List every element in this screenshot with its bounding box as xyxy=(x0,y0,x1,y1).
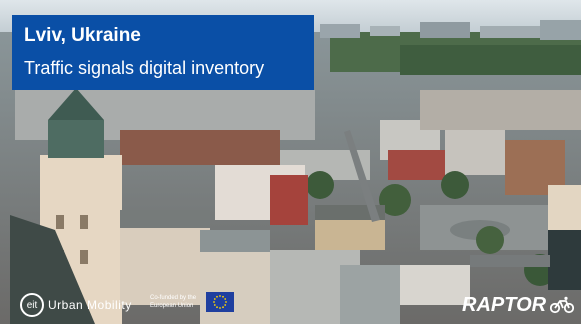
city-title: Lviv, Ukraine xyxy=(24,25,141,46)
eu-cofunded-text: Co-funded by the European Union xyxy=(150,295,197,309)
raptor-logo-text: RAPTOR xyxy=(462,293,547,316)
photo-frame: Lviv, Ukraine Traffic signals digital in… xyxy=(0,0,581,324)
bicycle-icon xyxy=(550,296,575,314)
eit-logo-text: Urban Mobility xyxy=(48,298,132,312)
eu-flag-icon xyxy=(206,292,234,312)
subtitle: Traffic signals digital inventory xyxy=(24,58,265,78)
title-banner: Lviv, Ukraine Traffic signals digital in… xyxy=(12,15,314,90)
raptor-logo: RAPTOR xyxy=(462,293,575,317)
eit-urban-mobility-logo: eit Urban Mobility xyxy=(20,289,132,321)
eit-circle-logo-icon: eit xyxy=(20,293,44,317)
